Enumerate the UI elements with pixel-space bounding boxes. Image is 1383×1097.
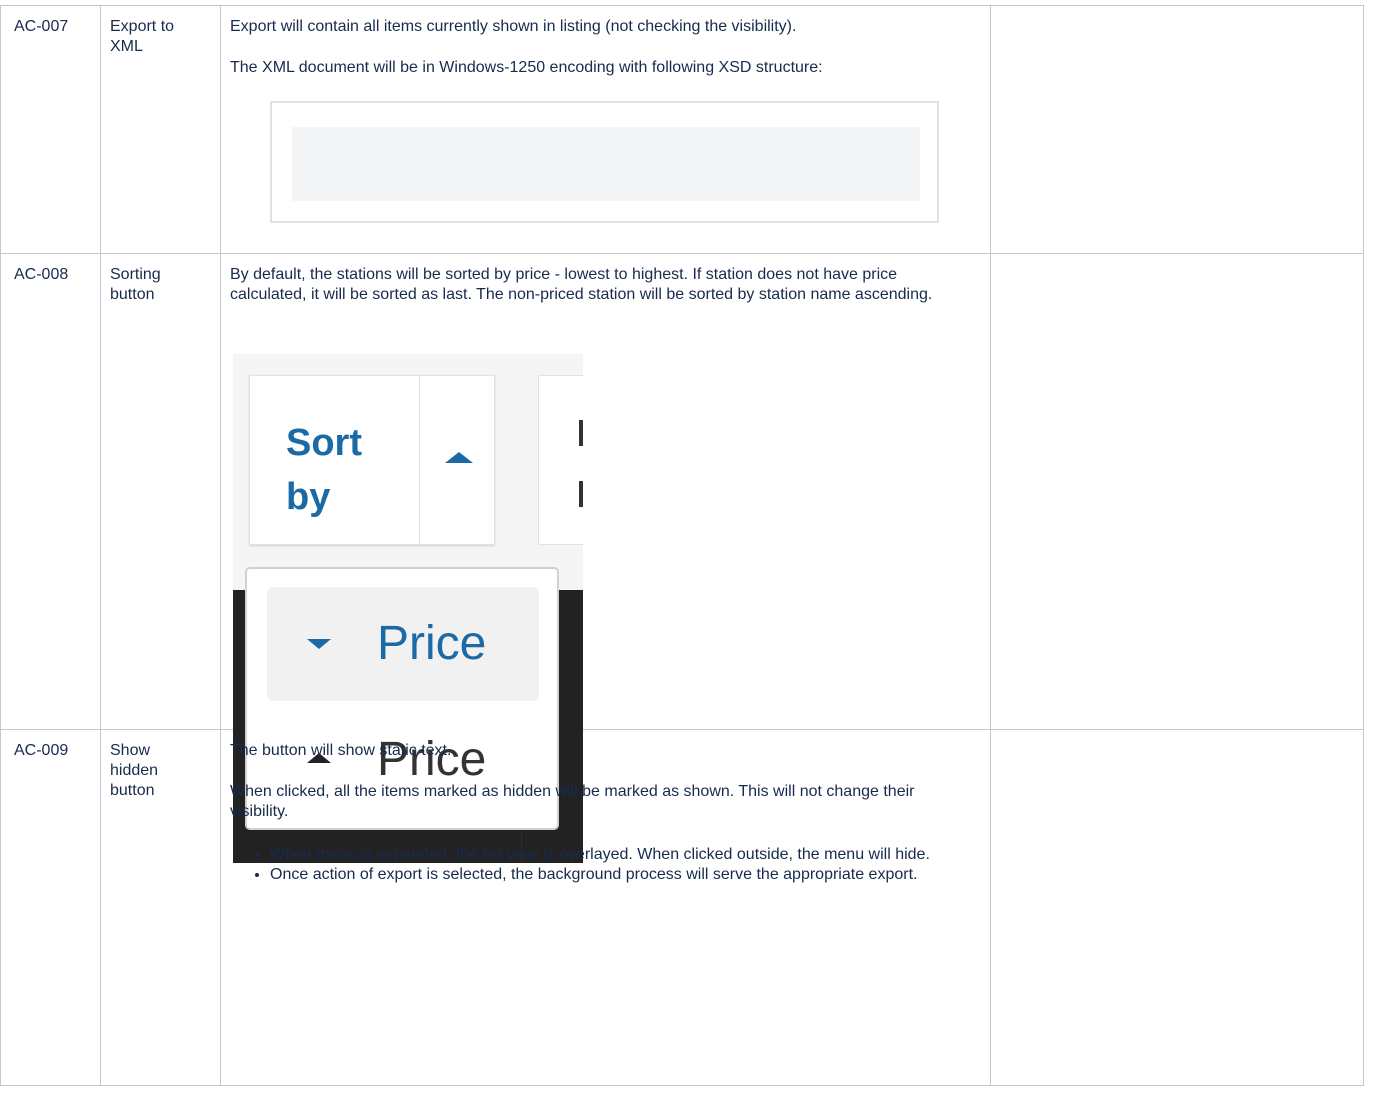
caret-down-icon <box>307 639 331 649</box>
row-description-cell: The button will show static text. When c… <box>220 729 991 1086</box>
description-paragraph: When clicked, all the items marked as hi… <box>230 783 915 820</box>
row-id: AC-008 <box>14 266 69 283</box>
table-row: AC-007 Export to XML Export will contain… <box>0 5 1364 254</box>
row-id: AC-009 <box>14 742 69 759</box>
sort-by-label: Sort by <box>286 422 362 518</box>
menu-item-label: Price <box>377 617 487 670</box>
row-notes-cell <box>990 253 1364 730</box>
requirements-table: AC-007 Export to XML Export will contain… <box>0 5 1364 1086</box>
row-notes-cell <box>990 729 1364 1086</box>
divider <box>419 376 420 544</box>
row-name: Show hidden button <box>110 742 159 799</box>
row-name-cell: Show hidden button <box>100 729 221 1086</box>
row-name-cell: Sorting button <box>100 253 221 730</box>
code-content <box>292 127 920 201</box>
row-id-cell: AC-008 <box>0 253 101 730</box>
description-paragraph: Export will contain all items currently … <box>230 18 797 35</box>
description-paragraph: By default, the stations will be sorted … <box>230 266 933 303</box>
table-row: AC-009 Show hidden button The button wil… <box>0 729 1364 1086</box>
row-id: AC-007 <box>14 18 69 35</box>
row-notes-cell <box>990 5 1364 254</box>
caret-up-icon[interactable] <box>445 452 473 463</box>
truncated-glyph <box>579 420 583 446</box>
row-id-cell: AC-009 <box>0 729 101 1086</box>
row-id-cell: AC-007 <box>0 5 101 254</box>
row-name: Export to XML <box>110 18 175 55</box>
sort-by-button[interactable]: Sort by <box>249 375 495 545</box>
description-paragraph: The button will show static text. <box>230 742 452 759</box>
row-name-cell: Export to XML <box>100 5 221 254</box>
xsd-code-block <box>270 101 939 223</box>
table-row: AC-008 Sorting button By default, the st… <box>0 253 1364 883</box>
row-description-cell: By default, the stations will be sorted … <box>220 253 991 883</box>
truncated-glyph <box>579 481 583 507</box>
row-name: Sorting button <box>110 266 161 303</box>
next-button[interactable] <box>538 375 583 545</box>
description-paragraph: The XML document will be in Windows-1250… <box>230 59 823 76</box>
row-description-cell: Export will contain all items currently … <box>220 5 991 254</box>
menu-item-price-descending[interactable]: Price <box>267 587 539 701</box>
